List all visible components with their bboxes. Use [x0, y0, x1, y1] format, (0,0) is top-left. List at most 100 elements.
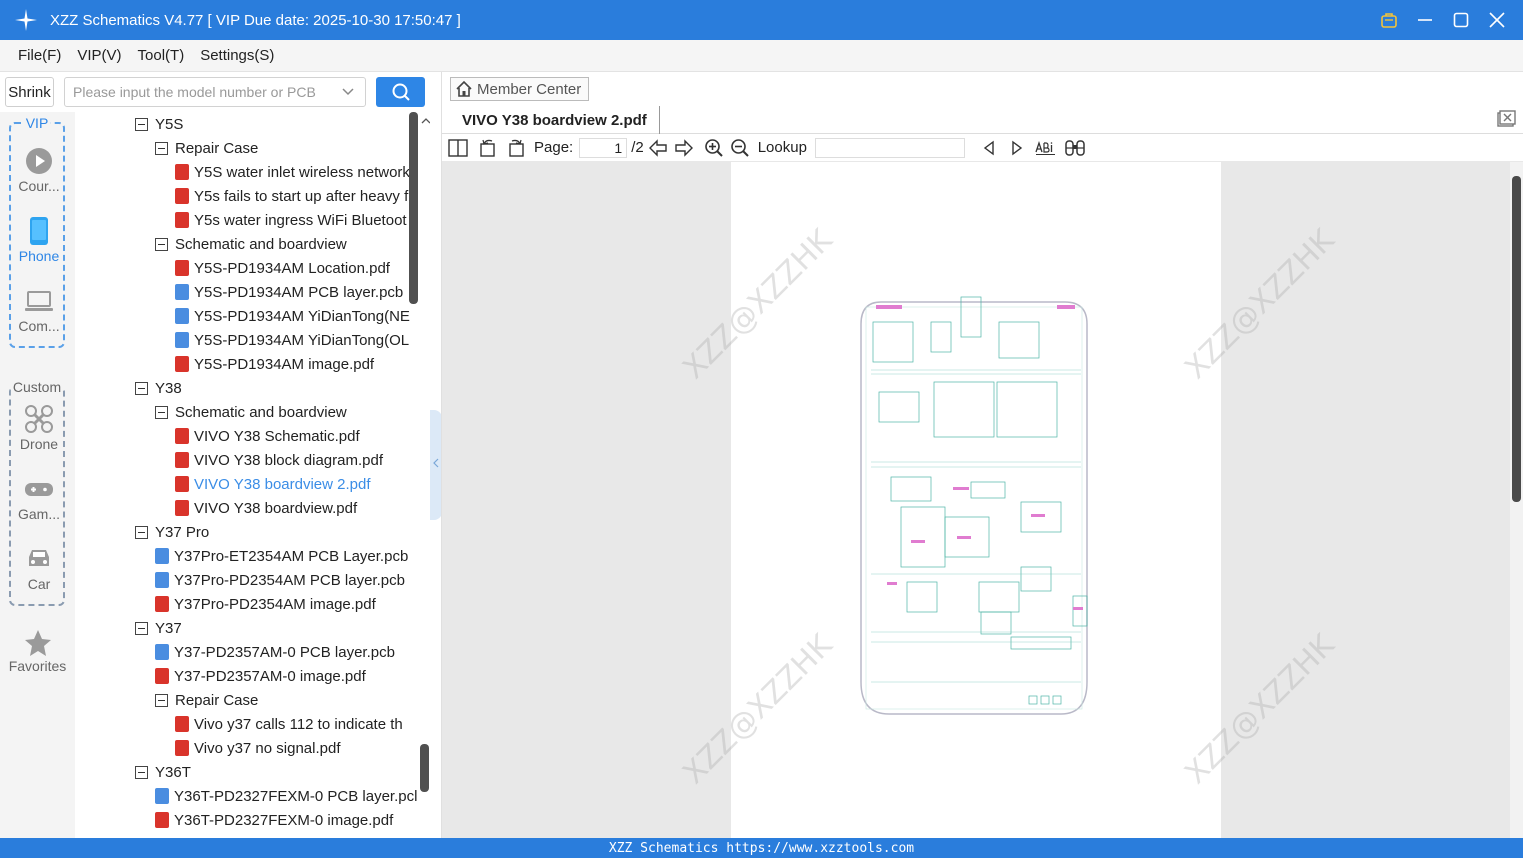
tree-folder[interactable]: Repair Case: [155, 136, 258, 160]
prev-page-button[interactable]: [646, 136, 670, 160]
collapse-toggle-icon[interactable]: [135, 381, 148, 395]
collapse-toggle-icon[interactable]: [135, 621, 148, 635]
pdf-scrollbar[interactable]: [1510, 162, 1523, 838]
collapse-toggle-icon[interactable]: [155, 405, 168, 419]
tree-file[interactable]: VIVO Y38 block diagram.pdf: [175, 448, 383, 472]
tree-file[interactable]: Y5S-PD1934AM YiDianTong(NE: [175, 304, 410, 328]
find-next-button[interactable]: [1005, 136, 1029, 160]
close-button[interactable]: [1485, 8, 1509, 32]
tree-folder[interactable]: Y37: [135, 616, 182, 640]
rotate-right-button[interactable]: [504, 136, 528, 160]
member-center-button[interactable]: Member Center: [450, 77, 589, 101]
pdf-scrollbar-thumb[interactable]: [1512, 176, 1521, 502]
tree-folder[interactable]: Y37 Pro: [135, 520, 209, 544]
title-bar: XZZ Schematics V4.77 [ VIP Due date: 202…: [0, 0, 1523, 40]
menu-tool[interactable]: Tool(T): [138, 47, 185, 64]
menu-file[interactable]: File(F): [18, 47, 61, 64]
tree-item-label: VIVO Y38 boardview.pdf: [194, 499, 358, 517]
tree-file[interactable]: Y5s water ingress WiFi Bluetoot: [175, 208, 407, 232]
tree-item-label: VIVO Y38 boardview 2.pdf: [194, 475, 371, 493]
vip-category-group: VIP Cour... Phone Com...: [9, 115, 67, 348]
menu-vip[interactable]: VIP(V): [77, 47, 121, 64]
chevron-left-icon: [433, 458, 439, 468]
tree-folder[interactable]: Schematic and boardview: [155, 232, 347, 256]
tree-file[interactable]: VIVO Y38 Schematic.pdf: [175, 424, 360, 448]
tree-scrollbar-thumb-secondary[interactable]: [420, 744, 429, 792]
pdf-file-icon: [175, 740, 189, 756]
zoom-out-icon: [730, 138, 749, 157]
collapse-toggle-icon[interactable]: [135, 525, 148, 539]
search-input[interactable]: Please input the model number or PCB: [64, 77, 366, 107]
rotate-left-button[interactable]: [476, 136, 500, 160]
tree-file[interactable]: Y5S-PD1934AM PCB layer.pcb: [175, 280, 403, 304]
zoom-in-button[interactable]: [702, 136, 726, 160]
match-case-button[interactable]: [1033, 136, 1059, 160]
tree-file[interactable]: Vivo y37 no signal.pdf: [175, 736, 341, 760]
tree-item-label: Y37Pro-ET2354AM PCB Layer.pcb: [174, 547, 409, 565]
collapse-toggle-icon[interactable]: [135, 765, 148, 779]
menu-settings[interactable]: Settings(S): [200, 47, 274, 64]
category-game[interactable]: Gam...: [11, 474, 67, 522]
vip-bag-button[interactable]: [1377, 8, 1401, 32]
tree-folder[interactable]: Y5S: [135, 112, 183, 136]
chevron-down-icon[interactable]: [341, 85, 355, 99]
tree-file[interactable]: VIVO Y38 boardview.pdf: [175, 496, 357, 520]
document-tabs: VIVO Y38 boardview 2.pdf: [442, 106, 1523, 134]
category-computer[interactable]: Com...: [11, 286, 67, 334]
search-button[interactable]: [376, 77, 425, 107]
category-favorites[interactable]: Favorites: [0, 628, 75, 674]
next-page-button[interactable]: [672, 136, 696, 160]
find-prev-button[interactable]: [977, 136, 1001, 160]
close-all-tabs-icon[interactable]: [1496, 110, 1516, 128]
tree-file[interactable]: Vivo y37 calls 112 to indicate th: [175, 712, 403, 736]
tree-file[interactable]: Y5S-PD1934AM YiDianTong(OL: [175, 328, 409, 352]
pdf-file-icon: [175, 260, 189, 276]
tree-folder[interactable]: Schematic and boardview: [155, 400, 347, 424]
collapse-toggle-icon[interactable]: [155, 141, 168, 155]
tree-folder[interactable]: Repair Case: [155, 688, 258, 712]
tree-file[interactable]: Y36T-PD2327FEXM-0 image.pdf: [155, 808, 393, 832]
tree-file[interactable]: Y37Pro-PD2354AM PCB layer.pcb: [155, 568, 405, 592]
lookup-label: Lookup: [757, 139, 807, 156]
triangle-left-icon: [983, 140, 994, 155]
pcb-file-icon: [155, 572, 169, 588]
pdf-viewport[interactable]: XZZ@XZZHK XZZ@XZZHK XZZ@XZZHK XZZ@XZZHK: [442, 162, 1523, 838]
find-all-button[interactable]: [1063, 136, 1087, 160]
tree-scrollbar-thumb[interactable]: [409, 112, 418, 304]
pcb-file-icon: [155, 788, 169, 804]
tree-file[interactable]: Y5S-PD1934AM image.pdf: [175, 352, 374, 376]
tree-item-label: Schematic and boardview: [175, 235, 347, 253]
lookup-input[interactable]: [814, 137, 965, 158]
page-number-input[interactable]: 1: [579, 137, 628, 158]
category-course[interactable]: Cour...: [11, 146, 67, 194]
category-drone[interactable]: Drone: [11, 404, 67, 452]
scroll-up-icon[interactable]: [420, 116, 430, 126]
minimize-button[interactable]: [1413, 8, 1437, 32]
shrink-button[interactable]: Shrink: [5, 77, 54, 107]
pdf-file-icon: [175, 716, 189, 732]
collapse-toggle-icon[interactable]: [135, 117, 148, 131]
maximize-button[interactable]: [1449, 8, 1473, 32]
tree-item-label: Y36T: [155, 763, 191, 781]
tree-file[interactable]: VIVO Y38 boardview 2.pdf: [175, 472, 371, 496]
tree-file[interactable]: Y37Pro-PD2354AM image.pdf: [155, 592, 376, 616]
pdf-file-icon: [175, 428, 189, 444]
tree-file[interactable]: Y5S-PD1934AM Location.pdf: [175, 256, 390, 280]
collapse-toggle-icon[interactable]: [155, 693, 168, 707]
zoom-out-button[interactable]: [728, 136, 752, 160]
tree-file[interactable]: Y37-PD2357AM-0 PCB layer.pcb: [155, 640, 395, 664]
tree-scrollbar[interactable]: [409, 112, 430, 838]
collapse-toggle-icon[interactable]: [155, 237, 168, 251]
tree-file[interactable]: Y37-PD2357AM-0 image.pdf: [155, 664, 366, 688]
tree-folder[interactable]: Y38: [135, 376, 182, 400]
tree-folder[interactable]: Y36T: [135, 760, 191, 784]
arrow-right-icon: [675, 138, 693, 157]
tree-file[interactable]: Y5S water inlet wireless network: [175, 160, 410, 184]
two-page-button[interactable]: [446, 136, 470, 160]
tree-file[interactable]: Y36T-PD2327FEXM-0 PCB layer.pcl: [155, 784, 417, 808]
tab-vivo-y38-boardview-2[interactable]: VIVO Y38 boardview 2.pdf: [450, 106, 660, 134]
category-car[interactable]: Car: [11, 544, 67, 592]
tree-file[interactable]: Y37Pro-ET2354AM PCB Layer.pcb: [155, 544, 408, 568]
tree-file[interactable]: Y5s fails to start up after heavy f: [175, 184, 408, 208]
category-phone[interactable]: Phone: [11, 216, 67, 264]
